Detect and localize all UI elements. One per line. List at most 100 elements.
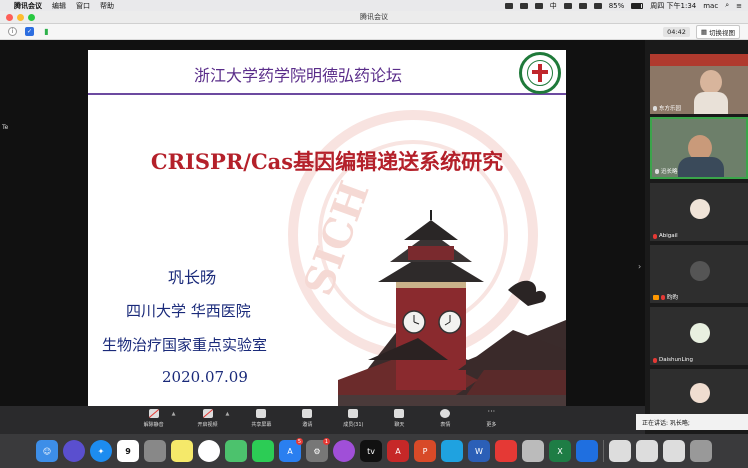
- appstore-icon[interactable]: A5: [279, 438, 303, 462]
- airplay-icon[interactable]: [563, 2, 572, 9]
- participant-body: [678, 157, 724, 177]
- share-screen-icon: [256, 409, 267, 418]
- invite-button[interactable]: 邀请: [293, 409, 321, 428]
- excel-icon[interactable]: X: [549, 440, 571, 462]
- clock-tower-illustration: [338, 210, 566, 407]
- minimize-window-button[interactable]: [17, 13, 24, 21]
- grid-icon: ▦: [700, 27, 707, 36]
- window-thumbnail-1[interactable]: [609, 440, 631, 462]
- participant-tile-active-speaker[interactable]: 迅长略: [650, 117, 748, 179]
- meeting-topbar: i ✓ ▮ 04:42 ▦ 切换视图: [0, 24, 748, 40]
- fullscreen-window-button[interactable]: [28, 13, 35, 21]
- menu-help[interactable]: 帮助: [100, 1, 114, 11]
- calendar-icon[interactable]: 9: [117, 440, 139, 462]
- slide-date: 2020.07.09: [162, 368, 248, 386]
- menu-edit[interactable]: 编辑: [52, 1, 66, 11]
- chat-button[interactable]: 聊天: [385, 409, 413, 428]
- mic-off-icon: [661, 294, 665, 300]
- window-thumbnail-3[interactable]: [663, 440, 685, 462]
- switch-view-label: 切换视图: [709, 28, 735, 37]
- participant-tile[interactable]: Abigail: [650, 183, 748, 241]
- appletv-icon[interactable]: tv: [360, 440, 382, 462]
- more-label: 更多: [486, 422, 497, 428]
- siri-icon[interactable]: [63, 440, 85, 462]
- trash-icon[interactable]: [690, 440, 712, 462]
- start-video-button[interactable]: 开启视频: [194, 409, 222, 428]
- podcasts-icon[interactable]: [333, 440, 355, 462]
- shield-icon[interactable]: ✓: [25, 27, 34, 36]
- more-button[interactable]: ··· 更多: [477, 408, 505, 429]
- wechat-status-icon[interactable]: [504, 2, 513, 9]
- facetime-icon[interactable]: [225, 440, 247, 462]
- wifi-icon[interactable]: [593, 2, 602, 9]
- window-titlebar: 腾讯会议: [0, 11, 748, 24]
- word-icon[interactable]: W: [468, 440, 490, 462]
- participant-name: 东方乐园: [659, 106, 682, 112]
- emoji-button[interactable]: 表情: [431, 409, 459, 428]
- share-screen-label: 共享屏幕: [251, 422, 272, 428]
- menubar-user[interactable]: mac: [703, 2, 718, 10]
- invite-label: 邀请: [302, 422, 313, 428]
- members-button[interactable]: 成员(31): [339, 409, 367, 428]
- control-center-icon[interactable]: ≡: [736, 2, 742, 10]
- participant-name-row: 东方乐园: [653, 104, 681, 112]
- chat-label: 聊天: [394, 422, 405, 428]
- participant-name: 迅长略: [661, 169, 678, 175]
- slide-header-title: 浙江大学药学院明德弘药论坛: [193, 66, 402, 85]
- participant-tile[interactable]: [650, 369, 748, 415]
- preview-icon[interactable]: [522, 440, 544, 462]
- appstore-badge: 5: [296, 438, 303, 445]
- tencent-meeting-icon[interactable]: [441, 440, 463, 462]
- menu-app-name[interactable]: 腾讯会议: [14, 1, 42, 11]
- switch-view-button[interactable]: ▦ 切换视图: [695, 24, 740, 39]
- info-icon[interactable]: i: [8, 27, 17, 36]
- search-icon[interactable]: ⌕: [725, 1, 729, 10]
- mic-off-icon: [653, 357, 657, 363]
- participant-tile[interactable]: DaishunLing: [650, 307, 748, 365]
- menu-window[interactable]: 窗口: [76, 1, 90, 11]
- messages-icon[interactable]: [252, 440, 274, 462]
- qq-status-icon[interactable]: [534, 2, 543, 9]
- participant-avatar: [690, 383, 710, 403]
- signal-icon[interactable]: ▮: [42, 27, 51, 36]
- battery-percent: 85%: [608, 1, 625, 10]
- video-options-caret[interactable]: ▲: [226, 411, 230, 417]
- autocad-icon[interactable]: A: [387, 440, 409, 462]
- notes-icon[interactable]: [171, 440, 193, 462]
- finder-icon[interactable]: ☺: [36, 440, 58, 462]
- participant-tile[interactable]: 东方乐园: [650, 54, 748, 114]
- input-method-indicator[interactable]: 中: [550, 1, 557, 11]
- members-icon: [348, 409, 359, 418]
- invite-icon: [302, 409, 313, 418]
- slide-affiliation-2: 生物治疗国家重点实验室: [102, 336, 268, 354]
- close-window-button[interactable]: [6, 13, 13, 21]
- cloud-status-icon[interactable]: [519, 2, 528, 9]
- participant-name-row: 昀昀: [653, 293, 678, 301]
- emoji-icon: [440, 409, 451, 418]
- safari-icon[interactable]: ✦: [90, 440, 112, 462]
- slide-speaker-name: 巩长旸: [168, 268, 217, 287]
- participant-tile[interactable]: 昀昀: [650, 245, 748, 303]
- powerpoint-icon[interactable]: P: [414, 440, 436, 462]
- system-preferences-icon[interactable]: ⚙ 1: [306, 438, 330, 462]
- lark-icon[interactable]: [576, 440, 598, 462]
- slide-main-title: CRISPR/Cas基因编辑递送系统研究: [150, 149, 504, 174]
- battery-icon[interactable]: [631, 2, 644, 9]
- audio-options-caret[interactable]: ▲: [172, 411, 176, 417]
- menubar-clock[interactable]: 周四 下午1:34: [650, 1, 696, 11]
- chevron-right-icon[interactable]: ›: [638, 262, 641, 271]
- window-thumbnail-2[interactable]: [636, 440, 658, 462]
- bluetooth-icon[interactable]: [578, 2, 587, 9]
- participant-name-row: Abigail: [653, 233, 678, 239]
- photos-icon[interactable]: [198, 440, 220, 462]
- unmute-button[interactable]: 解除静音: [140, 409, 168, 428]
- topbar-right: 04:42 ▦ 切换视图: [663, 24, 740, 39]
- background-banner: [650, 54, 748, 66]
- launchpad-icon[interactable]: [144, 440, 166, 462]
- youdao-icon[interactable]: [495, 440, 517, 462]
- unmute-label: 解除静音: [143, 422, 164, 428]
- speaking-indicator: 正在讲话: 巩长略;: [636, 414, 748, 430]
- participant-name-row: 迅长略: [655, 167, 678, 175]
- participant-name: Abigail: [659, 233, 678, 239]
- share-screen-button[interactable]: 共享屏幕: [247, 409, 275, 428]
